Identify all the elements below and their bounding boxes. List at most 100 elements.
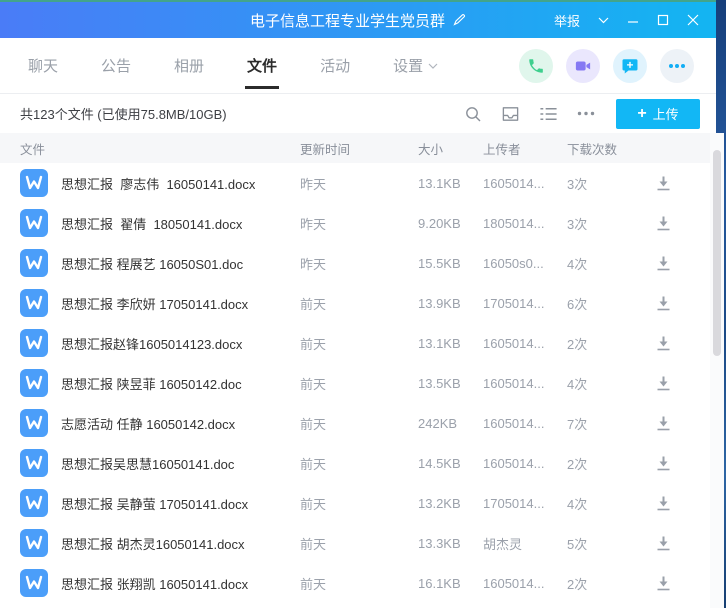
table-row[interactable]: 志愿活动 任静 16050142.docx 前天 242KB 1605014..…	[0, 403, 716, 443]
file-name: 志愿活动 任静 16050142.docx	[61, 414, 235, 433]
word-doc-icon	[20, 369, 48, 397]
table-row[interactable]: 思想汇报 张翔凯 16050141.docx 前天 16.1KB 1605014…	[0, 563, 716, 603]
tab-albums[interactable]: 相册	[174, 38, 204, 93]
table-row[interactable]: 思想汇报赵锋1605014123.docx 前天 13.1KB 1605014.…	[0, 323, 716, 363]
tab-chat[interactable]: 聊天	[28, 38, 58, 93]
tab-albums-label: 相册	[174, 55, 204, 76]
file-download-count: 5次	[567, 534, 655, 553]
file-size: 242KB	[418, 416, 483, 431]
file-updated-time: 前天	[300, 294, 418, 313]
video-camera-icon	[574, 57, 592, 75]
tab-files[interactable]: 文件	[247, 38, 277, 93]
video-call-button[interactable]	[566, 49, 600, 83]
table-row[interactable]: 思想汇报 吴静萤 17050141.docx 前天 13.2KB 1705014…	[0, 483, 716, 523]
share-to-chat-button[interactable]	[613, 49, 647, 83]
group-file-window: 电子信息工程专业学生党员群 举报	[0, 0, 716, 608]
window-title: 电子信息工程专业学生党员群	[250, 10, 445, 31]
tab-announcements[interactable]: 公告	[101, 38, 131, 93]
table-row[interactable]: 思想汇报 胡杰灵16050141.docx 前天 13.3KB 胡杰灵 5次	[0, 523, 716, 563]
close-button[interactable]	[678, 1, 708, 39]
file-download-count: 6次	[567, 294, 655, 313]
download-icon[interactable]	[655, 415, 672, 432]
file-name: 思想汇报 李欣妍 17050141.docx	[61, 294, 248, 313]
file-size: 13.1KB	[418, 336, 483, 351]
file-size: 13.2KB	[418, 496, 483, 511]
minimize-button[interactable]	[618, 1, 648, 39]
edit-title-icon[interactable]	[452, 13, 466, 27]
download-icon[interactable]	[655, 575, 672, 592]
tab-announcements-label: 公告	[101, 55, 131, 76]
file-updated-time: 前天	[300, 334, 418, 353]
download-icon[interactable]	[655, 375, 672, 392]
table-row[interactable]: 思想汇报 翟倩 18050141.docx 昨天 9.20KB 1805014.…	[0, 203, 716, 243]
list-view-icon[interactable]	[539, 106, 558, 122]
file-size: 15.5KB	[418, 256, 483, 271]
inbox-icon[interactable]	[501, 105, 520, 123]
column-header-size: 大小	[418, 139, 483, 158]
titlebar: 电子信息工程专业学生党员群 举报	[0, 0, 716, 38]
more-actions-button[interactable]	[660, 49, 694, 83]
screen: 电子信息工程专业学生党员群 举报	[0, 0, 726, 608]
file-size: 13.5KB	[418, 376, 483, 391]
file-size: 9.20KB	[418, 216, 483, 231]
file-uploader: 1805014...	[483, 216, 567, 231]
search-icon[interactable]	[464, 105, 482, 123]
download-icon[interactable]	[655, 335, 672, 352]
file-name: 思想汇报 廖志伟 16050141.docx	[61, 174, 255, 193]
file-list: 思想汇报 廖志伟 16050141.docx 昨天 13.1KB 1605014…	[0, 163, 716, 608]
file-download-count: 4次	[567, 254, 655, 273]
file-name: 思想汇报 吴静萤 17050141.docx	[61, 494, 248, 513]
tab-bar: 聊天 公告 相册 文件 活动 设置	[0, 38, 716, 94]
file-size: 13.9KB	[418, 296, 483, 311]
download-icon[interactable]	[655, 455, 672, 472]
file-download-count: 4次	[567, 374, 655, 393]
word-doc-icon	[20, 249, 48, 277]
message-plus-icon	[621, 57, 639, 75]
file-updated-time: 前天	[300, 534, 418, 553]
file-uploader: 1605014...	[483, 376, 567, 391]
download-icon[interactable]	[655, 295, 672, 312]
file-download-count: 3次	[567, 174, 655, 193]
table-row[interactable]: 思想汇报 陕昱菲 16050142.doc 前天 13.5KB 1605014.…	[0, 363, 716, 403]
tab-activities[interactable]: 活动	[320, 38, 350, 93]
file-updated-time: 昨天	[300, 174, 418, 193]
file-uploader: 1605014...	[483, 576, 567, 591]
download-icon[interactable]	[655, 175, 672, 192]
chevron-down-icon[interactable]	[589, 1, 618, 39]
file-updated-time: 前天	[300, 574, 418, 593]
download-icon[interactable]	[655, 535, 672, 552]
report-button[interactable]: 举报	[545, 1, 589, 39]
voice-call-button[interactable]	[519, 49, 553, 83]
download-icon[interactable]	[655, 495, 672, 512]
download-icon[interactable]	[655, 215, 672, 232]
download-icon[interactable]	[655, 255, 672, 272]
file-name: 思想汇报 张翔凯 16050141.docx	[61, 574, 248, 593]
scrollbar-thumb[interactable]	[713, 150, 721, 356]
table-row[interactable]: 思想汇报 程展艺 16050S01.doc 昨天 15.5KB 16050s0.…	[0, 243, 716, 283]
file-name: 思想汇报 程展艺 16050S01.doc	[61, 254, 243, 273]
file-updated-time: 前天	[300, 454, 418, 473]
ellipsis-icon	[668, 63, 686, 69]
maximize-button[interactable]	[648, 1, 678, 39]
table-row[interactable]: 思想汇报 廖志伟 16050141.docx 昨天 13.1KB 1605014…	[0, 163, 716, 203]
word-doc-icon	[20, 169, 48, 197]
file-name: 思想汇报吴思慧16050141.doc	[61, 454, 234, 473]
scrollbar-track	[710, 133, 724, 608]
file-uploader: 胡杰灵	[483, 534, 567, 553]
upload-button-label: 上传	[653, 104, 679, 123]
file-updated-time: 昨天	[300, 214, 418, 233]
word-doc-icon	[20, 329, 48, 357]
file-name: 思想汇报赵锋1605014123.docx	[61, 334, 242, 353]
table-row[interactable]: 思想汇报吴思慧16050141.doc 前天 14.5KB 1605014...…	[0, 443, 716, 483]
file-name: 思想汇报 陕昱菲 16050142.doc	[61, 374, 242, 393]
tab-settings[interactable]: 设置	[393, 38, 438, 93]
table-header: 文件 更新时间 大小 上传者 下载次数	[0, 133, 716, 163]
file-download-count: 7次	[567, 414, 655, 433]
table-row[interactable]: 思想汇报 李欣妍 17050141.docx 前天 13.9KB 1705014…	[0, 283, 716, 323]
column-header-downloads: 下载次数	[567, 139, 655, 158]
word-doc-icon	[20, 529, 48, 557]
upload-button[interactable]: + 上传	[616, 99, 700, 129]
column-header-file: 文件	[20, 139, 300, 158]
tab-activities-label: 活动	[320, 55, 350, 76]
more-options-icon[interactable]	[577, 111, 595, 116]
